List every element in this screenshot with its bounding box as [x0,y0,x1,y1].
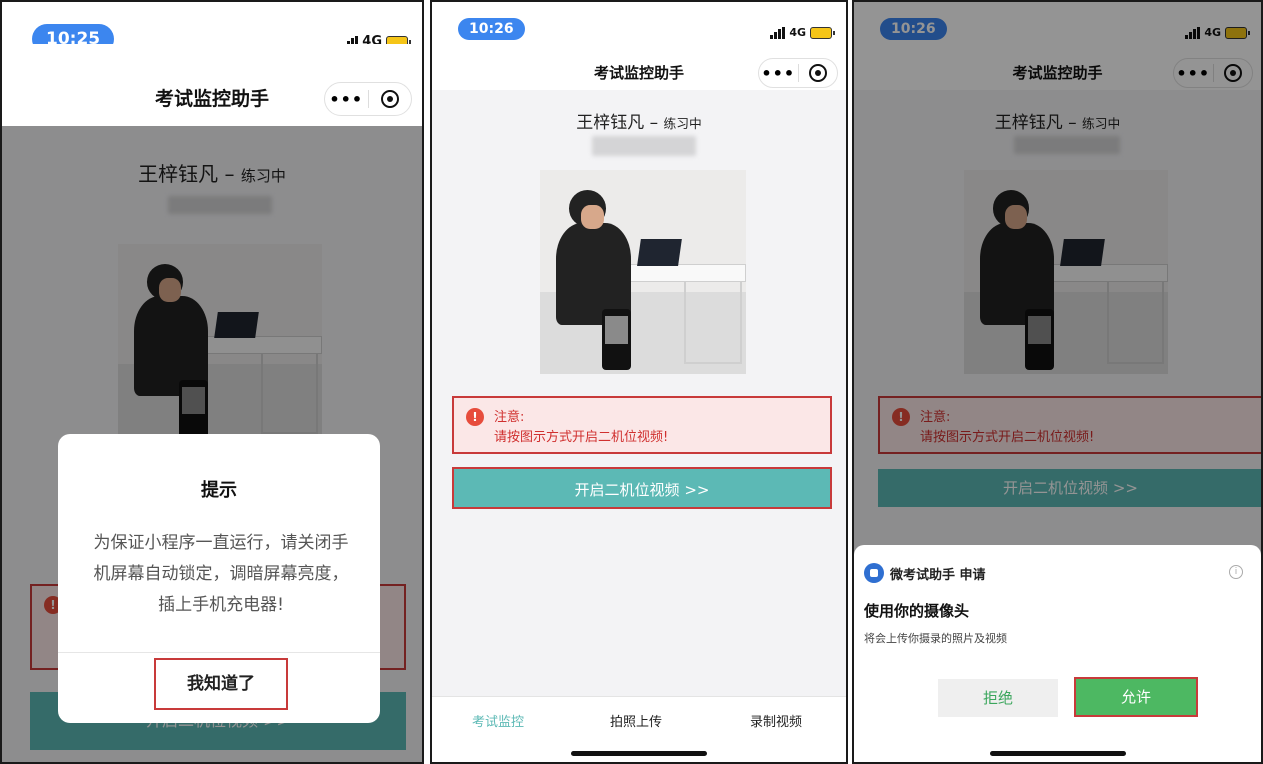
warning-icon: ! [466,408,484,426]
permission-request: 使用你的摄像头 [864,602,970,620]
start-camera-button[interactable]: 开启二机位视频 >> [452,467,832,509]
student-name-line: 王梓钰凡 – 练习中 [432,108,846,133]
phone-screen-1: 10:25 4G 考试监控助手 ••• 王梓钰凡 – 练习中 ! 开启二机位视频… [0,0,424,764]
menu-capsule[interactable]: ••• [324,82,412,116]
student-name: 王梓钰凡 [576,113,645,133]
tab-photo-upload[interactable]: 拍照上传 [610,711,662,730]
deny-button[interactable]: 拒绝 [938,679,1058,717]
network-label: 4G [789,26,806,39]
info-icon[interactable]: i [1229,565,1243,579]
more-icon[interactable]: ••• [759,64,798,83]
status-indicators: 4G [770,26,835,39]
tab-bar: 考试监控 拍照上传 录制视频 [432,696,846,762]
example-photo [540,170,746,374]
nav-bar: 考试监控助手 ••• [432,42,846,90]
battery-icon [810,26,835,39]
notice-box: ! 注意: 请按图示方式开启二机位视频! [452,396,832,454]
home-indicator[interactable] [989,751,1126,756]
blurred-id [592,136,696,156]
menu-capsule[interactable]: ••• [758,58,838,88]
tab-exam-monitor[interactable]: 考试监控 [472,711,524,730]
status-bar: 10:25 4G [2,2,422,54]
notice-text: 请按图示方式开启二机位视频! [494,430,669,445]
dialog-title: 提示 [201,480,237,501]
status-time: 10:26 [458,18,525,40]
phone-screen-3: 10:26 4G 考试监控助手 ••• 王梓钰凡 – 练习中 ! 注意: 请按图… [852,0,1263,764]
more-icon[interactable]: ••• [325,90,368,109]
nav-bar: 考试监控助手 ••• [2,44,422,126]
target-icon [808,64,827,82]
permission-app-name: 微考试助手 申请 [890,568,986,583]
dialog-body: 为保证小程序一直运行，请关闭手机屏幕自动锁定，调暗屏幕亮度，插上手机充电器! [93,533,349,615]
signal-icon [770,26,786,39]
target-icon [380,90,399,108]
status-bar: 10:26 4G [432,2,846,44]
tip-dialog: 提示 为保证小程序一直运行，请关闭手机屏幕自动锁定，调暗屏幕亮度，插上手机充电器… [58,434,380,723]
dialog-divider [58,652,380,653]
close-miniprogram-button[interactable] [369,90,412,108]
close-miniprogram-button[interactable] [799,64,838,82]
notice-label: 注意: [494,410,525,425]
name-dash: – [649,113,659,133]
app-icon [864,563,884,583]
permission-sheet: 微考试助手 申请 i 使用你的摄像头 将会上传你摄录的照片及视频 拒绝 允许 [854,545,1261,762]
home-indicator[interactable] [571,751,707,756]
tab-record-video[interactable]: 录制视频 [750,711,802,730]
phone-screen-2: 10:26 4G 考试监控助手 ••• 王梓钰凡 – 练习中 ! 注意: 请按图… [430,0,848,764]
allow-button[interactable]: 允许 [1074,677,1198,717]
student-status: 练习中 [663,117,702,132]
dialog-confirm-button[interactable]: 我知道了 [154,658,288,710]
permission-description: 将会上传你摄录的照片及视频 [864,632,1007,645]
